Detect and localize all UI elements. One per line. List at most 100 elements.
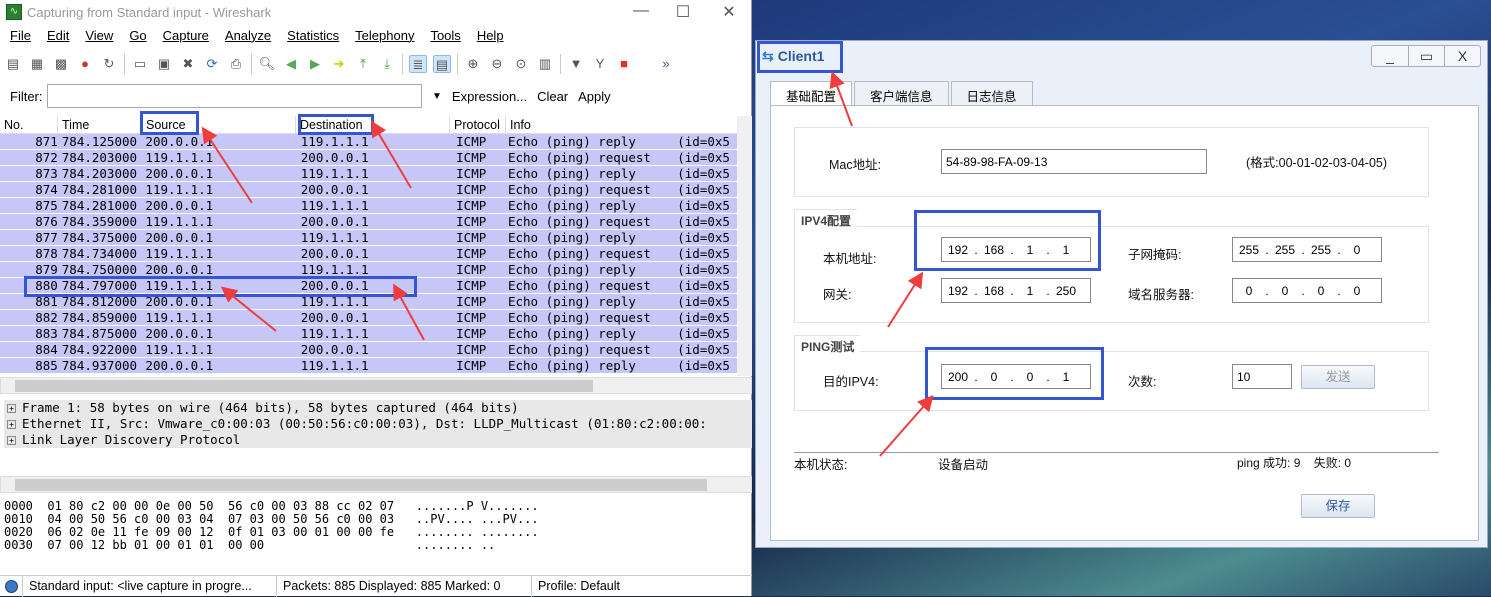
client-maximize-button[interactable]: ▭ bbox=[1408, 46, 1444, 66]
menu-tools[interactable]: Tools bbox=[420, 26, 466, 46]
forward-icon[interactable]: ▶ bbox=[306, 55, 324, 73]
status-profile[interactable]: Profile: Default bbox=[531, 575, 626, 597]
capture-filter-icon[interactable]: ▼ bbox=[567, 55, 585, 73]
table-row[interactable]: 878 784.734000 119.1.1.1 200.0.0.1 ICMP Echo … bbox=[0, 246, 737, 262]
goto-icon[interactable]: ➜ bbox=[330, 55, 348, 73]
menu-edit[interactable]: Edit bbox=[37, 26, 75, 46]
table-row[interactable]: 877 784.375000 200.0.0.1 119.1.1.1 ICMP Echo … bbox=[0, 230, 737, 246]
clear-button[interactable]: Clear bbox=[537, 89, 568, 104]
table-row[interactable]: 876 784.359000 119.1.1.1 200.0.0.1 ICMP Echo … bbox=[0, 214, 737, 230]
start-icon[interactable]: ▩ bbox=[52, 55, 70, 73]
tab-basic-config[interactable]: 基础配置 bbox=[770, 81, 853, 107]
stop-icon[interactable]: ● bbox=[76, 55, 94, 73]
close-file-icon[interactable]: ✖ bbox=[179, 55, 197, 73]
cell: ICMP bbox=[456, 214, 487, 229]
cell: ICMP bbox=[456, 262, 487, 277]
menu-capture[interactable]: Capture bbox=[153, 26, 215, 46]
expand-icon[interactable]: + bbox=[7, 420, 16, 429]
details-hscrollbar[interactable] bbox=[0, 476, 752, 493]
print-icon[interactable]: ⎙ bbox=[227, 55, 245, 73]
wireshark-window: ∿ Capturing from Standard input - Wiresha… bbox=[0, 0, 752, 597]
col-time[interactable]: Time bbox=[58, 116, 142, 134]
save-icon[interactable]: ▣ bbox=[155, 55, 173, 73]
cell: (id=0x5 bbox=[677, 326, 730, 341]
cell: ICMP bbox=[456, 230, 487, 245]
options-icon[interactable]: ▦ bbox=[28, 55, 46, 73]
tab-log-info[interactable]: 日志信息 bbox=[950, 81, 1033, 106]
mask-input[interactable]: 255. 255. 255. 0 bbox=[1232, 237, 1382, 262]
first-icon[interactable]: ⤒ bbox=[354, 55, 372, 73]
minimize-button[interactable]: — bbox=[626, 2, 656, 20]
table-row[interactable]: 871 784.125000 200.0.0.1 119.1.1.1 ICMP Echo … bbox=[0, 134, 737, 150]
autoscroll-icon[interactable]: ▤ bbox=[433, 55, 451, 73]
hex-pane: 0000 01 80 c2 00 00 0e 00 50 56 c0 00 03… bbox=[4, 500, 539, 552]
col-no[interactable]: No. bbox=[0, 116, 58, 134]
menu-analyze[interactable]: Analyze bbox=[215, 26, 277, 46]
tab-client-info[interactable]: 客户端信息 bbox=[854, 81, 949, 106]
menu-view[interactable]: View bbox=[75, 26, 119, 46]
detail-tree-item[interactable]: + Frame 1: 58 bytes on wire (464 bits), 5… bbox=[4, 400, 752, 416]
resize-columns-icon[interactable]: ▥ bbox=[536, 55, 554, 73]
table-row[interactable]: 873 784.203000 200.0.0.1 119.1.1.1 ICMP Echo … bbox=[0, 166, 737, 182]
ip-octet: 255 bbox=[1274, 242, 1296, 257]
packet-list-hscrollbar[interactable] bbox=[0, 377, 752, 394]
zoom-in-icon[interactable]: ⊕ bbox=[464, 55, 482, 73]
row-highlight-box bbox=[24, 276, 417, 297]
zoom-reset-icon[interactable]: ⊙ bbox=[512, 55, 530, 73]
apply-button[interactable]: Apply bbox=[578, 89, 611, 104]
menu-telephony[interactable]: Telephony bbox=[345, 26, 420, 46]
reload-icon[interactable]: ⟳ bbox=[203, 55, 221, 73]
expand-icon[interactable]: + bbox=[7, 436, 16, 445]
detail-tree-item[interactable]: + Link Layer Discovery Protocol bbox=[4, 432, 752, 448]
table-row[interactable]: 885 784.937000 200.0.0.1 119.1.1.1 ICMP Echo … bbox=[0, 358, 737, 374]
find-icon[interactable]: 🔍︎ bbox=[258, 55, 276, 73]
col-info[interactable]: Info bbox=[506, 116, 737, 134]
filter-input[interactable] bbox=[47, 84, 422, 108]
coloring-rules-icon[interactable]: ■ bbox=[615, 55, 633, 73]
interfaces-icon[interactable]: ▤ bbox=[4, 55, 22, 73]
table-row[interactable]: 883 784.875000 200.0.0.1 119.1.1.1 ICMP Echo … bbox=[0, 326, 737, 342]
cell: ICMP bbox=[456, 310, 487, 325]
menu-file[interactable]: File bbox=[0, 26, 37, 46]
filter-dropdown-icon[interactable]: ▼ bbox=[432, 91, 442, 102]
restart-icon[interactable]: ↻ bbox=[100, 55, 118, 73]
detail-tree-item[interactable]: + Ethernet II, Src: Vmware_c0:00:03 (00:5… bbox=[4, 416, 752, 432]
last-icon[interactable]: ⤓ bbox=[378, 55, 396, 73]
packet-list: 871 784.125000 200.0.0.1 119.1.1.1 ICMP Echo … bbox=[0, 134, 737, 376]
expression-button[interactable]: Expression... bbox=[452, 89, 527, 104]
menu-statistics[interactable]: Statistics bbox=[277, 26, 345, 46]
table-row[interactable]: 875 784.281000 200.0.0.1 119.1.1.1 ICMP Echo … bbox=[0, 198, 737, 214]
expand-icon[interactable]: + bbox=[7, 404, 16, 413]
cell: 882 bbox=[35, 310, 58, 325]
cell: (id=0x5 bbox=[677, 262, 730, 277]
cell: (id=0x5 bbox=[677, 150, 730, 165]
cell: ICMP bbox=[456, 150, 487, 165]
more-icon[interactable]: » bbox=[657, 55, 675, 73]
maximize-button[interactable]: ☐ bbox=[668, 2, 698, 22]
table-row[interactable]: 874 784.281000 119.1.1.1 200.0.0.1 ICMP Echo … bbox=[0, 182, 737, 198]
table-row[interactable]: 884 784.922000 119.1.1.1 200.0.0.1 ICMP Echo … bbox=[0, 342, 737, 358]
save-button[interactable]: 保存 bbox=[1301, 494, 1375, 518]
back-icon[interactable]: ◀ bbox=[282, 55, 300, 73]
send-button[interactable]: 发送 bbox=[1301, 365, 1375, 389]
count-input[interactable]: 10 bbox=[1232, 364, 1292, 389]
table-row[interactable]: 872 784.203000 119.1.1.1 200.0.0.1 ICMP Echo … bbox=[0, 150, 737, 166]
colorize-icon[interactable]: ≣ bbox=[409, 55, 427, 73]
close-button[interactable]: ✕ bbox=[714, 2, 744, 22]
packet-list-vscrollbar[interactable] bbox=[737, 116, 752, 376]
menu-go[interactable]: Go bbox=[119, 26, 152, 46]
client-minimize-button[interactable]: _ bbox=[1372, 46, 1408, 66]
client-close-button[interactable]: X bbox=[1444, 46, 1480, 66]
cell: Echo (ping) reply bbox=[507, 326, 636, 341]
open-icon[interactable]: ▭ bbox=[131, 55, 149, 73]
display-filter-icon[interactable]: Y bbox=[591, 55, 609, 73]
expert-info-icon[interactable] bbox=[5, 579, 18, 593]
zoom-out-icon[interactable]: ⊖ bbox=[488, 55, 506, 73]
dns-input[interactable]: 0.0.0.0 bbox=[1232, 278, 1382, 303]
menu-help[interactable]: Help bbox=[467, 26, 510, 46]
col-protocol[interactable]: Protocol bbox=[450, 116, 506, 134]
table-row[interactable]: 882 784.859000 119.1.1.1 200.0.0.1 ICMP Echo … bbox=[0, 310, 737, 326]
gateway-input[interactable]: 192. 168. 1. 250 bbox=[941, 278, 1091, 303]
cell: 200.0.0.1 bbox=[300, 246, 369, 261]
mac-input[interactable]: 54-89-98-FA-09-13 bbox=[941, 149, 1207, 174]
